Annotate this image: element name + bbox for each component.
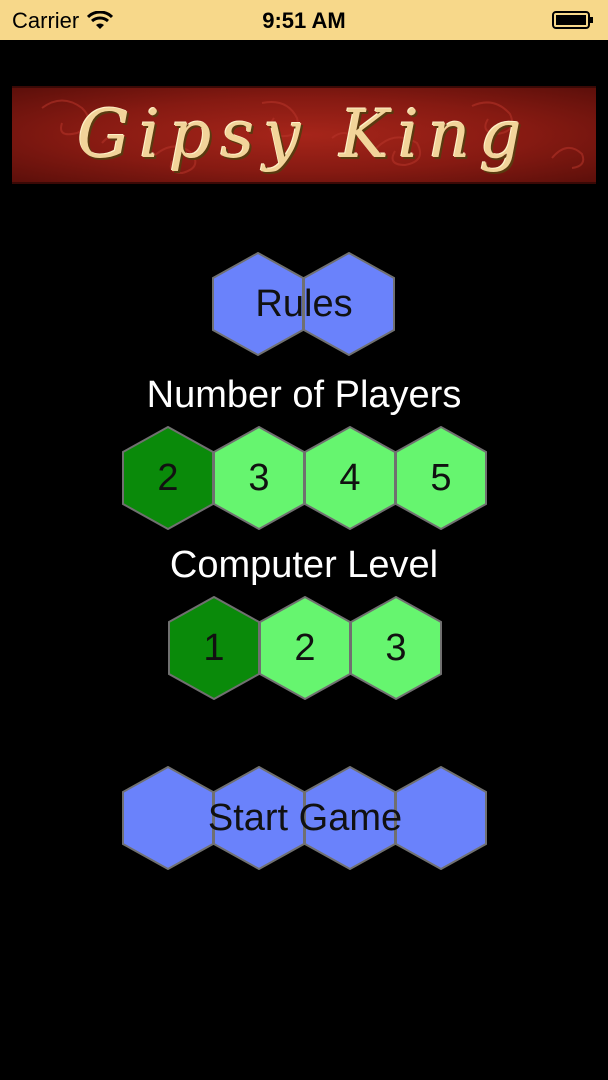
status-bar: Carrier 9:51 AM	[0, 0, 608, 40]
players-hex-4[interactable]	[304, 426, 396, 530]
level-hex-1[interactable]	[168, 596, 260, 700]
status-time: 9:51 AM	[262, 8, 346, 33]
start-hex-3	[304, 766, 396, 870]
rules-hex-2	[303, 252, 395, 356]
game-logo-banner: Gipsy King	[12, 86, 596, 184]
computer-level-heading: Computer Level	[169, 544, 439, 586]
rules-button-hexes	[212, 252, 395, 356]
players-hex-3[interactable]	[213, 426, 305, 530]
game-title-logo: Gipsy King	[77, 96, 531, 173]
rules-button[interactable]: Rules	[212, 252, 396, 356]
battery-icon	[552, 11, 593, 29]
players-heading: Number of Players	[146, 374, 462, 416]
level-option-row: 1 2 3	[168, 596, 443, 700]
players-option-row: 2 3 4 5	[122, 426, 488, 530]
level-hex-2[interactable]	[259, 596, 351, 700]
start-game-hexes	[122, 766, 487, 870]
level-hexes	[168, 596, 442, 700]
level-hex-3[interactable]	[350, 596, 442, 700]
screen: Carrier 9:51 AM Gipsy King Rules Number …	[0, 0, 608, 1080]
players-hexes	[122, 426, 487, 530]
players-hex-2[interactable]	[122, 426, 214, 530]
start-game-button[interactable]: Start Game	[122, 766, 488, 870]
start-hex-1	[122, 766, 214, 870]
players-hex-5[interactable]	[395, 426, 487, 530]
rules-hex-1	[212, 252, 304, 356]
start-hex-2	[213, 766, 305, 870]
start-hex-4	[395, 766, 487, 870]
